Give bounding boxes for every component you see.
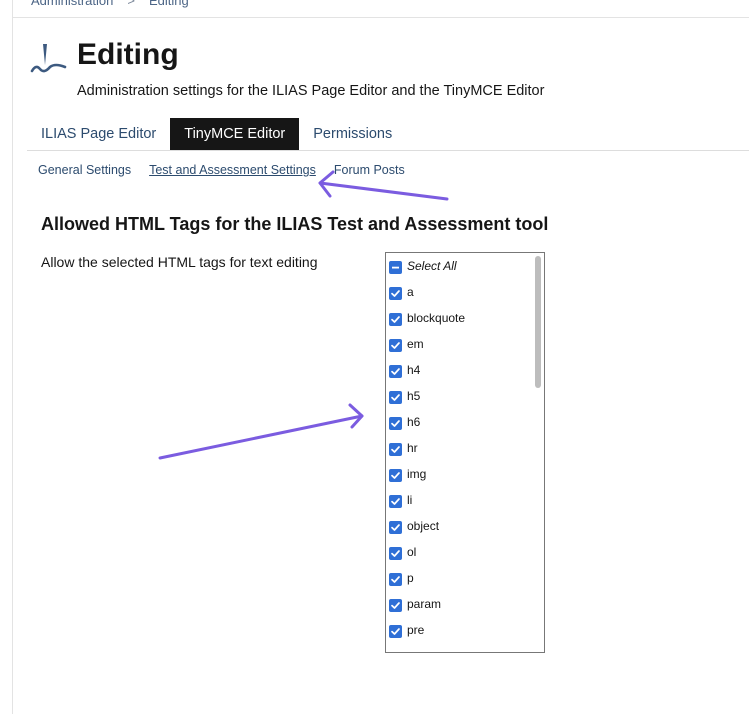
tab-tinymce-editor[interactable]: TinyMCE Editor: [170, 118, 300, 150]
breadcrumb-divider: [13, 17, 749, 18]
tag-option-blockquote[interactable]: blockquote: [389, 311, 465, 337]
checkbox-checked-icon[interactable]: [389, 417, 402, 430]
tag-option-label: ol: [407, 545, 417, 559]
tag-option-label: h6: [407, 415, 421, 429]
pen-icon: [29, 40, 69, 78]
subtab-forum-posts[interactable]: Forum Posts: [334, 163, 405, 177]
page-title: Editing: [77, 38, 179, 71]
subtab-general-settings[interactable]: General Settings: [38, 163, 131, 177]
breadcrumb-item-administration[interactable]: Administration: [31, 0, 113, 8]
checkbox-checked-icon[interactable]: [389, 573, 402, 586]
breadcrumb: Administration > Editing: [31, 0, 189, 8]
checkbox-checked-icon[interactable]: [389, 313, 402, 326]
checkbox-checked-icon[interactable]: [389, 547, 402, 560]
tab-divider: [27, 150, 749, 151]
allowed-tags-label: Allow the selected HTML tags for text ed…: [41, 254, 318, 270]
subtab-test-assessment-settings[interactable]: Test and Assessment Settings: [149, 163, 316, 177]
select-all-label: Select All: [407, 259, 457, 273]
tag-option-h4[interactable]: h4: [389, 363, 465, 389]
tag-option-label: img: [407, 467, 427, 481]
tag-option-img[interactable]: img: [389, 467, 465, 493]
tag-option-label: a: [407, 285, 414, 299]
tag-option-label: p: [407, 571, 414, 585]
checkbox-checked-icon[interactable]: [389, 599, 402, 612]
tag-option-param[interactable]: param: [389, 597, 465, 623]
tag-option-label: param: [407, 597, 442, 611]
tag-option-li[interactable]: li: [389, 493, 465, 519]
select-all-option[interactable]: Select All: [389, 259, 465, 285]
tag-option-hr[interactable]: hr: [389, 441, 465, 467]
section-title: Allowed HTML Tags for the ILIAS Test and…: [41, 214, 549, 234]
tag-option-h5[interactable]: h5: [389, 389, 465, 415]
breadcrumb-item-editing[interactable]: Editing: [149, 0, 189, 8]
checkbox-checked-icon[interactable]: [389, 443, 402, 456]
tab-permissions[interactable]: Permissions: [299, 118, 406, 150]
breadcrumb-separator: >: [127, 0, 135, 8]
checkbox-checked-icon[interactable]: [389, 287, 402, 300]
indeterminate-checkbox-icon[interactable]: [389, 261, 402, 274]
checkbox-checked-icon[interactable]: [389, 495, 402, 508]
tag-option-a[interactable]: a: [389, 285, 465, 311]
listbox-scrollbar-thumb[interactable]: [535, 256, 541, 388]
checkbox-checked-icon[interactable]: [389, 391, 402, 404]
tab-bar: ILIAS Page Editor TinyMCE Editor Permiss…: [27, 118, 406, 150]
annotation-overlay: [158, 170, 449, 460]
checkbox-checked-icon[interactable]: [389, 339, 402, 352]
tag-option-label: hr: [407, 441, 418, 455]
tag-option-label: h4: [407, 363, 421, 377]
tag-option-em[interactable]: em: [389, 337, 465, 363]
tag-option-p[interactable]: p: [389, 571, 465, 597]
html-tags-listbox[interactable]: Select All a blockquote em h4 h5 h6 hr i…: [385, 252, 545, 653]
tag-option-label: pre: [407, 623, 425, 637]
tag-option-ol[interactable]: ol: [389, 545, 465, 571]
annotation-arrow-icon: [158, 403, 364, 460]
tab-ilias-page-editor[interactable]: ILIAS Page Editor: [27, 118, 170, 150]
checkbox-checked-icon[interactable]: [389, 365, 402, 378]
tag-option-label: object: [407, 519, 440, 533]
page-description: Administration settings for the ILIAS Pa…: [77, 83, 545, 99]
content-left-border: [12, 0, 13, 714]
checkbox-checked-icon[interactable]: [389, 521, 402, 534]
tag-option-h6[interactable]: h6: [389, 415, 465, 441]
tag-option-label: h5: [407, 389, 421, 403]
tag-option-pre[interactable]: pre: [389, 623, 465, 649]
tag-option-label: li: [407, 493, 413, 507]
checkbox-checked-icon[interactable]: [389, 469, 402, 482]
tag-option-object[interactable]: object: [389, 519, 465, 545]
checkbox-checked-icon[interactable]: [389, 625, 402, 638]
subtab-bar: General Settings Test and Assessment Set…: [38, 163, 423, 177]
tag-option-label: em: [407, 337, 424, 351]
tag-option-label: blockquote: [407, 311, 466, 325]
